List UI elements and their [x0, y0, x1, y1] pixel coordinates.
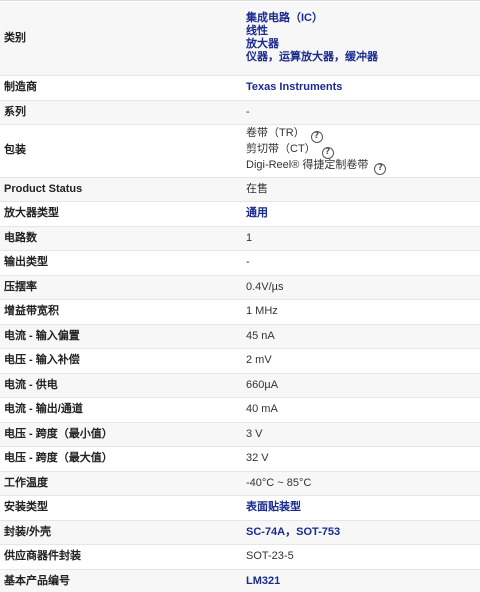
attribute-row-input-offset-voltage: 电压 - 输入补偿 2 mV	[0, 348, 480, 374]
attribute-label: 类别	[0, 2, 244, 76]
attribute-value: 3 V	[244, 422, 480, 447]
help-circle-icon[interactable]: ?	[321, 146, 334, 159]
attribute-value: 通用	[244, 201, 480, 227]
product-attributes-table: 类别 集成电路（IC） 线性 放大器 仪器，运算放大器，缓冲器 制造商 Texa…	[0, 2, 480, 592]
attribute-label: 供应商器件封装	[0, 544, 244, 570]
package-link-sc74a[interactable]: SC-74A	[246, 526, 285, 538]
base-product-number-link[interactable]: LM321	[246, 575, 280, 587]
manufacturer-link[interactable]: Texas Instruments	[246, 81, 342, 93]
attribute-label: 电压 - 输入补偿	[0, 348, 244, 374]
attribute-value: 卷带（TR）? 剪切带（CT）? Digi-Reel® 得捷定制卷带?	[244, 124, 480, 178]
attribute-value: 0.4V/µs	[244, 275, 480, 300]
help-circle-icon[interactable]: ?	[374, 162, 387, 175]
attribute-row-manufacturer: 制造商 Texas Instruments	[0, 75, 480, 101]
attribute-row-product-status: Product Status 在售	[0, 177, 480, 202]
attribute-row-category: 类别 集成电路（IC） 线性 放大器 仪器，运算放大器，缓冲器	[0, 2, 480, 76]
attribute-label: 电流 - 输出/通道	[0, 397, 244, 423]
category-link-ic[interactable]: 集成电路（IC）	[246, 12, 480, 25]
mounting-type-link[interactable]: 表面贴装型	[246, 501, 301, 513]
attribute-label: 电压 - 跨度（最大值）	[0, 446, 244, 472]
attribute-label: 安装类型	[0, 495, 244, 521]
attribute-value: Texas Instruments	[244, 75, 480, 101]
attribute-row-package-case: 封装/外壳 SC-74A，SOT-753	[0, 520, 480, 545]
attribute-row-output-type: 输出类型 -	[0, 250, 480, 276]
attribute-value: 660µA	[244, 373, 480, 398]
attribute-row-circuit-count: 电路数 1	[0, 226, 480, 251]
attribute-value: -	[244, 100, 480, 125]
attribute-value: -40°C ~ 85°C	[244, 471, 480, 496]
amplifier-type-link[interactable]: 通用	[246, 207, 268, 219]
attribute-row-mounting-type: 安装类型 表面贴装型	[0, 495, 480, 521]
attribute-value: 45 nA	[244, 324, 480, 349]
attribute-row-input-bias-current: 电流 - 输入偏置 45 nA	[0, 324, 480, 349]
attribute-row-operating-temperature: 工作温度 -40°C ~ 85°C	[0, 471, 480, 496]
attribute-label: 放大器类型	[0, 201, 244, 227]
attribute-row-packaging: 包装 卷带（TR）? 剪切带（CT）? Digi-Reel® 得捷定制卷带?	[0, 124, 480, 178]
packaging-option-digireel: Digi-Reel® 得捷定制卷带?	[246, 159, 480, 175]
attribute-label: 电流 - 供电	[0, 373, 244, 398]
category-link-opamp[interactable]: 仪器，运算放大器，缓冲器	[246, 51, 480, 64]
attribute-row-output-current: 电流 - 输出/通道 40 mA	[0, 397, 480, 423]
attribute-label: 电流 - 输入偏置	[0, 324, 244, 349]
attribute-value: 表面贴装型	[244, 495, 480, 521]
attribute-label: 基本产品编号	[0, 569, 244, 592]
packaging-option-tr: 卷带（TR）?	[246, 127, 480, 143]
attribute-value: 1	[244, 226, 480, 251]
attribute-value: 2 mV	[244, 348, 480, 374]
packaging-option-ct: 剪切带（CT）?	[246, 143, 480, 159]
attribute-value: 32 V	[244, 446, 480, 472]
category-link-amplifier[interactable]: 放大器	[246, 38, 480, 51]
packaging-option-label: 剪切带（CT）	[246, 142, 316, 155]
attribute-value: -	[244, 250, 480, 276]
package-separator: ，	[285, 525, 297, 538]
attribute-row-base-product-number: 基本产品编号 LM321	[0, 569, 480, 592]
attribute-row-supply-current: 电流 - 供电 660µA	[0, 373, 480, 398]
attribute-value: SC-74A，SOT-753	[244, 520, 480, 545]
attribute-label: 制造商	[0, 75, 244, 101]
attribute-label: 工作温度	[0, 471, 244, 496]
attribute-row-amplifier-type: 放大器类型 通用	[0, 201, 480, 227]
attribute-label: 封装/外壳	[0, 520, 244, 545]
attribute-value: LM321	[244, 569, 480, 592]
attribute-value: SOT-23-5	[244, 544, 480, 570]
attribute-row-slew-rate: 压摆率 0.4V/µs	[0, 275, 480, 300]
attribute-row-series: 系列 -	[0, 100, 480, 125]
attribute-label: Product Status	[0, 177, 244, 202]
attribute-label: 电路数	[0, 226, 244, 251]
attribute-value: 40 mA	[244, 397, 480, 423]
attribute-row-voltage-span-max: 电压 - 跨度（最大值） 32 V	[0, 446, 480, 472]
packaging-option-label: Digi-Reel® 得捷定制卷带	[246, 158, 369, 171]
help-circle-icon[interactable]: ?	[310, 130, 323, 143]
attribute-label: 电压 - 跨度（最小值）	[0, 422, 244, 447]
attribute-label: 系列	[0, 100, 244, 125]
attribute-row-voltage-span-min: 电压 - 跨度（最小值） 3 V	[0, 422, 480, 447]
attribute-label: 增益带宽积	[0, 299, 244, 325]
attribute-value: 集成电路（IC） 线性 放大器 仪器，运算放大器，缓冲器	[244, 2, 480, 76]
attribute-label: 输出类型	[0, 250, 244, 276]
attribute-value: 1 MHz	[244, 299, 480, 325]
attribute-label: 压摆率	[0, 275, 244, 300]
attribute-value: 在售	[244, 177, 480, 202]
attribute-row-gain-bandwidth: 增益带宽积 1 MHz	[0, 299, 480, 325]
category-link-linear[interactable]: 线性	[246, 25, 480, 38]
attribute-row-supplier-device-package: 供应商器件封装 SOT-23-5	[0, 544, 480, 570]
attribute-label: 包装	[0, 124, 244, 178]
packaging-option-label: 卷带（TR）	[246, 126, 305, 139]
package-link-sot753[interactable]: SOT-753	[296, 526, 340, 538]
